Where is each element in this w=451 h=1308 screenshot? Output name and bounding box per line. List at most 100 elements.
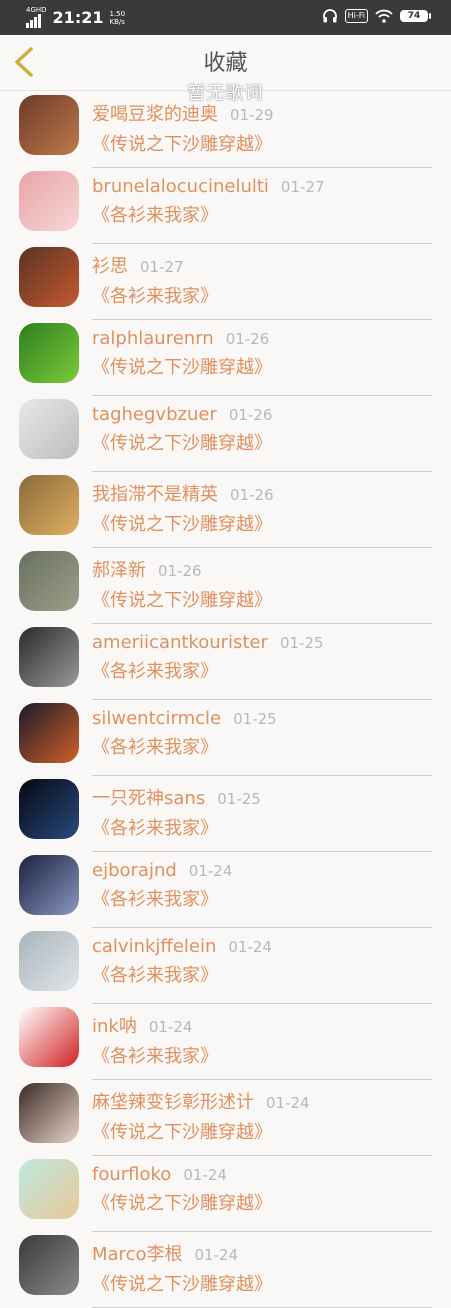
user-name[interactable]: 我指滞不是精英: [92, 480, 218, 506]
book-title[interactable]: 《各衫来我家》: [92, 885, 432, 911]
signal-bars-icon: [26, 14, 41, 28]
user-name[interactable]: ameriicantkourister: [92, 632, 268, 653]
user-name[interactable]: 衫思: [92, 252, 128, 278]
woman-portrait-avatar[interactable]: [19, 1083, 79, 1143]
sunset-road-avatar[interactable]: [19, 475, 79, 535]
favorites-list: 爱喝豆浆的迪奥 01-29 《传说之下沙雕穿越》 brunelalocucine…: [0, 91, 451, 1308]
book-title[interactable]: 《各衫来我家》: [92, 657, 432, 683]
network-type: 4GHD: [26, 6, 47, 14]
user-name[interactable]: ralphlaurenrn: [92, 328, 214, 349]
book-title[interactable]: 《传说之下沙雕穿越》: [92, 586, 432, 612]
user-line: calvinkjffelein 01-24: [92, 936, 432, 957]
favorite-date: 01-26: [230, 486, 274, 504]
user-name[interactable]: ejborajnd: [92, 860, 177, 881]
user-name[interactable]: ink呐: [92, 1012, 137, 1038]
user-line: 一只死神sans 01-25: [92, 784, 432, 810]
anime-character-avatar[interactable]: [19, 95, 79, 155]
man-outdoor-avatar[interactable]: [19, 551, 79, 611]
page-title: 收藏: [203, 51, 248, 76]
favorite-meta: brunelalocucinelulti 01-27 《各衫来我家》: [92, 176, 432, 244]
favorite-meta: Marco李根 01-24 《传说之下沙雕穿越》: [92, 1240, 432, 1308]
user-line: 爱喝豆浆的迪奥 01-29: [92, 100, 432, 126]
book-title[interactable]: 《传说之下沙雕穿越》: [92, 429, 432, 455]
user-name[interactable]: Marco李根: [92, 1240, 182, 1266]
favorite-item[interactable]: 爱喝豆浆的迪奥 01-29 《传说之下沙雕穿越》: [0, 91, 451, 168]
user-name[interactable]: 郝泽新: [92, 556, 146, 582]
favorite-item[interactable]: 麻垡辣变钐彰形述计 01-24 《传说之下沙雕穿越》: [0, 1079, 451, 1156]
favorite-item[interactable]: silwentcirmcle 01-25 《各衫来我家》: [0, 699, 451, 776]
favorite-date: 01-27: [280, 178, 325, 196]
favorite-item[interactable]: ralphlaurenrn 01-26 《传说之下沙雕穿越》: [0, 319, 451, 396]
user-line: fourfloko 01-24: [92, 1164, 432, 1185]
favorite-meta: ameriicantkourister 01-25 《各衫来我家》: [92, 632, 432, 700]
favorite-meta: taghegvbzuer 01-26 《传说之下沙雕穿越》: [92, 404, 432, 472]
favorite-date: 01-24: [194, 1246, 239, 1264]
hifi-badge: Hi-Fi: [344, 9, 368, 23]
user-name[interactable]: 麻垡辣变钐彰形述计: [92, 1088, 254, 1114]
user-name[interactable]: taghegvbzuer: [92, 404, 217, 425]
favorite-meta: 郝泽新 01-26 《传说之下沙雕穿越》: [92, 556, 432, 624]
favorite-item[interactable]: Marco李根 01-24 《传说之下沙雕穿越》: [0, 1231, 451, 1308]
book-title[interactable]: 《传说之下沙雕穿越》: [92, 1189, 432, 1215]
favorite-item[interactable]: 郝泽新 01-26 《传说之下沙雕穿越》: [0, 547, 451, 624]
book-title[interactable]: 《各衫来我家》: [92, 961, 432, 987]
user-line: ink呐 01-24: [92, 1012, 432, 1038]
user-name[interactable]: 爱喝豆浆的迪奥: [92, 100, 218, 126]
book-title[interactable]: 《传说之下沙雕穿越》: [92, 353, 432, 379]
user-name[interactable]: brunelalocucinelulti: [92, 176, 269, 197]
girl-portrait-avatar[interactable]: [19, 399, 79, 459]
book-title[interactable]: 《传说之下沙雕穿越》: [92, 1118, 432, 1144]
user-line: brunelalocucinelulti 01-27: [92, 176, 432, 197]
dandelion-avatar[interactable]: [19, 931, 79, 991]
favorite-item[interactable]: brunelalocucinelulti 01-27 《各衫来我家》: [0, 167, 451, 244]
favorite-meta: ejborajnd 01-24 《各衫来我家》: [92, 860, 432, 928]
panda-drawing-avatar[interactable]: [19, 1007, 79, 1067]
pink-sticker-avatar[interactable]: [19, 171, 79, 231]
user-name[interactable]: 一只死神sans: [92, 784, 205, 810]
green-leaf-avatar[interactable]: [19, 323, 79, 383]
favorite-item[interactable]: 我指滞不是精英 01-26 《传说之下沙雕穿越》: [0, 471, 451, 548]
favorite-item[interactable]: 衫思 01-27 《各衫来我家》: [0, 243, 451, 320]
favorite-item[interactable]: ink呐 01-24 《各衫来我家》: [0, 1003, 451, 1080]
favorite-date: 01-24: [188, 862, 233, 880]
favorite-meta: 麻垡辣变钐彰形述计 01-24 《传说之下沙雕穿越》: [92, 1088, 432, 1156]
user-name[interactable]: calvinkjffelein: [92, 936, 216, 957]
favorite-item[interactable]: taghegvbzuer 01-26 《传说之下沙雕穿越》: [0, 395, 451, 472]
favorite-item[interactable]: ejborajnd 01-24 《各衫来我家》: [0, 851, 451, 928]
book-title[interactable]: 《传说之下沙雕穿越》: [92, 130, 432, 156]
favorite-item[interactable]: calvinkjffelein 01-24 《各衫来我家》: [0, 927, 451, 1004]
favorite-date: 01-26: [228, 406, 273, 424]
signal-indicator: 4GHD: [26, 7, 47, 28]
night-city-avatar[interactable]: [19, 855, 79, 915]
book-title[interactable]: 《各衫来我家》: [92, 201, 432, 227]
book-title[interactable]: 《传说之下沙雕穿越》: [92, 510, 432, 536]
favorite-item[interactable]: 一只死神sans 01-25 《各衫来我家》: [0, 775, 451, 852]
user-line: silwentcirmcle 01-25: [92, 708, 432, 729]
dark-blue-avatar[interactable]: [19, 779, 79, 839]
top-header: 收藏 暂无歌词: [0, 35, 451, 104]
speed-unit: KB/s: [109, 17, 125, 26]
cartoon-characters-avatar[interactable]: [19, 247, 79, 307]
user-line: ralphlaurenrn 01-26: [92, 328, 432, 349]
man-grayscale-avatar[interactable]: [19, 627, 79, 687]
book-title[interactable]: 《各衫来我家》: [92, 814, 432, 840]
user-line: Marco李根 01-24: [92, 1240, 432, 1266]
battery-level: 74: [400, 10, 428, 22]
favorite-item[interactable]: ameriicantkourister 01-25 《各衫来我家》: [0, 623, 451, 700]
book-title[interactable]: 《传说之下沙雕穿越》: [92, 1270, 432, 1296]
status-bar: 4GHD 21:21 1.50 KB/s Hi-Fi 74: [0, 0, 451, 35]
book-title[interactable]: 《各衫来我家》: [92, 733, 432, 759]
speed-value: 1.50: [109, 9, 126, 18]
status-right: Hi-Fi 74: [322, 8, 431, 24]
favorite-item[interactable]: fourfloko 01-24 《传说之下沙雕穿越》: [0, 1155, 451, 1232]
favorite-date: 01-24: [183, 1166, 227, 1184]
book-title[interactable]: 《各衫来我家》: [92, 1042, 432, 1068]
person-dark-avatar[interactable]: [19, 1235, 79, 1295]
user-name[interactable]: silwentcirmcle: [92, 708, 221, 729]
favorite-date: 01-29: [230, 106, 274, 124]
favorite-date: 01-27: [140, 258, 184, 276]
car-sunset-avatar[interactable]: [19, 703, 79, 763]
book-title[interactable]: 《各衫来我家》: [92, 282, 432, 308]
puppy-cartoon-avatar[interactable]: [19, 1159, 79, 1219]
user-name[interactable]: fourfloko: [92, 1164, 171, 1185]
